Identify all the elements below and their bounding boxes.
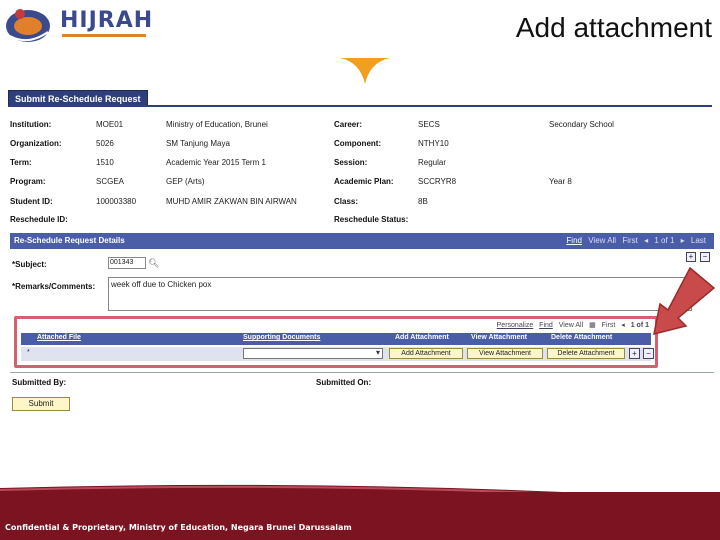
subject-input[interactable]: 001343 <box>108 257 146 269</box>
grid-download-icon[interactable]: ▦ <box>589 322 596 329</box>
info-row-institution: Institution: MOE01 Ministry of Education… <box>10 120 710 138</box>
tab-submit-reschedule[interactable]: Submit Re-Schedule Request <box>8 90 148 106</box>
row-marker: * <box>27 349 30 356</box>
grid-header-row: Attached File Supporting Documents Add A… <box>21 333 651 345</box>
details-first-link[interactable]: First <box>622 236 638 245</box>
next-arrow-icon[interactable]: ▸ <box>681 236 685 245</box>
col-delete-attachment: Delete Attachment <box>551 334 613 341</box>
program-name: GEP (Arts) <box>166 177 205 186</box>
lookup-icon[interactable]: 🔍︎ <box>148 258 159 269</box>
career-label: Career: <box>334 120 363 129</box>
student-name: MUHD AMIR ZAKWAN BIN AIRWAN <box>166 197 297 206</box>
career-name: Secondary School <box>549 120 614 129</box>
hijrah-logo: HIJRAH <box>2 2 152 46</box>
grid-first-link[interactable]: First <box>602 322 616 329</box>
col-view-attachment: View Attachment <box>471 334 528 341</box>
grid-delete-row-icon[interactable]: − <box>643 348 654 359</box>
slide-title: Add attachment <box>515 12 712 43</box>
info-row-organization: Organization: 5026 SM Tanjung Maya Compo… <box>10 139 710 157</box>
info-row-student: Student ID: 100003380 MUHD AMIR ZAKWAN B… <box>10 197 710 215</box>
col-supporting-documents[interactable]: Supporting Documents <box>243 334 320 341</box>
attachment-grid-highlight: Personalize Find View All ▦ First ◂ 1 of… <box>14 316 658 368</box>
institution-name: Ministry of Education, Brunei <box>166 120 268 129</box>
submitted-by-label: Submitted By: <box>12 378 67 387</box>
details-nav: Find View All First ◂ 1 of 1 ▸ Last <box>562 233 706 249</box>
submit-button[interactable]: Submit <box>12 397 70 411</box>
subject-label: *Subject: <box>12 260 47 269</box>
details-last-link[interactable]: Last <box>691 236 706 245</box>
details-find-link[interactable]: Find <box>566 236 582 245</box>
peoplesoft-screen: Submit Re-Schedule Request Institution: … <box>6 88 714 420</box>
add-attachment-button[interactable]: Add Attachment <box>389 348 463 359</box>
tab-underline <box>8 105 712 107</box>
details-count: 1 of 1 <box>654 236 675 245</box>
term-code: 1510 <box>96 158 114 167</box>
prev-arrow-icon[interactable]: ◂ <box>644 236 648 245</box>
organization-label: Organization: <box>10 139 62 148</box>
logo-underline <box>62 34 146 37</box>
logo-text: HIJRAH <box>60 8 154 33</box>
section-divider <box>10 372 714 373</box>
footer-band: Confidential & Proprietary, Ministry of … <box>0 492 720 540</box>
info-row-program: Program: SCGEA GEP (Arts) Academic Plan:… <box>10 177 710 195</box>
class-code: 8B <box>418 197 428 206</box>
footer-text: Confidential & Proprietary, Ministry of … <box>5 523 352 532</box>
grid-find-link[interactable]: Find <box>539 322 553 329</box>
delete-row-icon[interactable]: − <box>700 252 710 262</box>
component-label: Component: <box>334 139 382 148</box>
academic-plan-code: SCCRYR8 <box>418 177 457 186</box>
remarks-textarea[interactable]: week off due to Chicken pox <box>108 277 692 311</box>
info-row-reschedule: Reschedule ID: Reschedule Status: <box>10 215 710 233</box>
reschedule-status-label: Reschedule Status: <box>334 215 409 224</box>
component-code: NTHY10 <box>418 139 449 148</box>
student-id-label: Student ID: <box>10 197 53 206</box>
callout-arrow-icon <box>653 266 716 336</box>
supporting-documents-select[interactable] <box>243 348 383 359</box>
career-code: SECS <box>418 120 440 129</box>
class-label: Class: <box>334 197 359 206</box>
term-name: Academic Year 2015 Term 1 <box>166 158 266 167</box>
academic-plan-name: Year 8 <box>549 177 572 186</box>
info-row-term: Term: 1510 Academic Year 2015 Term 1 Ses… <box>10 158 710 176</box>
details-panel-title: Re-Schedule Request Details <box>14 236 125 245</box>
session-code: Regular <box>418 158 447 167</box>
add-row-icon[interactable]: + <box>686 252 696 262</box>
grid-view-all-link[interactable]: View All <box>559 322 583 329</box>
submitted-on-label: Submitted On: <box>316 378 372 387</box>
academic-plan-label: Academic Plan: <box>334 177 394 186</box>
student-id-code: 100003380 <box>96 197 137 206</box>
reschedule-id-label: Reschedule ID: <box>10 215 68 224</box>
program-label: Program: <box>10 177 46 186</box>
grid-personalize-link[interactable]: Personalize <box>497 322 534 329</box>
organization-code: 5026 <box>96 139 114 148</box>
logo-emblem-icon <box>6 9 50 42</box>
col-attached-file[interactable]: Attached File <box>37 334 81 341</box>
institution-label: Institution: <box>10 120 52 129</box>
term-label: Term: <box>10 158 32 167</box>
view-attachment-button[interactable]: View Attachment <box>467 348 543 359</box>
session-label: Session: <box>334 158 368 167</box>
details-panel-header: Re-Schedule Request Details Find View Al… <box>10 233 714 249</box>
grid-add-row-icon[interactable]: + <box>629 348 640 359</box>
grid-data-row: * Add Attachment View Attachment Delete … <box>21 347 654 361</box>
program-code: SCGEA <box>96 177 125 186</box>
col-add-attachment: Add Attachment <box>395 334 449 341</box>
remarks-label: *Remarks/Comments: <box>12 282 96 291</box>
delete-attachment-button[interactable]: Delete Attachment <box>547 348 625 359</box>
organization-name: SM Tanjung Maya <box>166 139 230 148</box>
header-pointer-shape <box>340 58 390 84</box>
institution-code: MOE01 <box>96 120 124 129</box>
details-view-all-link[interactable]: View All <box>588 236 616 245</box>
